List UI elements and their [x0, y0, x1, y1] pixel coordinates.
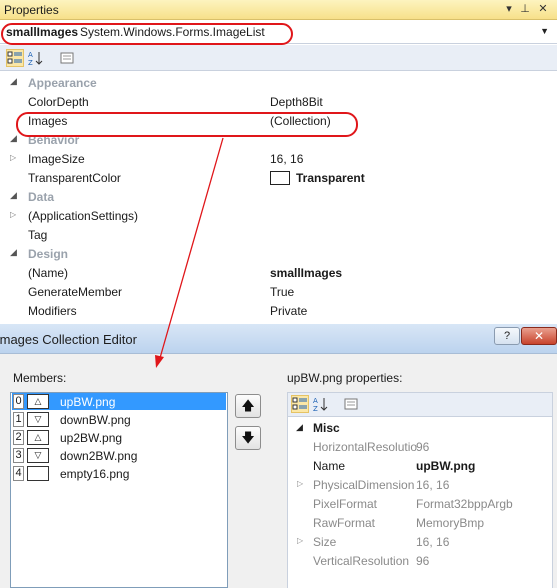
property-pages-button[interactable]: [58, 49, 76, 67]
property-row[interactable]: ▷ (ApplicationSettings): [0, 206, 557, 225]
arrow-up-icon: 🡅: [241, 398, 255, 413]
property-row[interactable]: HorizontalResolutio 96: [288, 437, 554, 456]
item-property-grid: ◢ Misc HorizontalResolutio 96 Name upBW.…: [287, 417, 553, 588]
alphabetical-button[interactable]: A Z: [27, 49, 45, 67]
svg-text:Z: Z: [313, 405, 318, 412]
image-thumbnail-icon: ▽: [27, 448, 49, 463]
categorized-icon: [7, 51, 22, 64]
list-item[interactable]: 1 ▽ downBW.png: [12, 411, 226, 428]
property-row[interactable]: PixelFormat Format32bppArgb: [288, 494, 554, 513]
property-row[interactable]: ▷ Size 16, 16: [288, 532, 554, 551]
categorized-button[interactable]: [6, 49, 24, 67]
move-down-button[interactable]: 🡇: [235, 426, 261, 450]
image-thumbnail-icon: ▽: [27, 412, 49, 427]
property-row[interactable]: Tag: [0, 225, 557, 244]
collapse-icon[interactable]: ◢: [10, 133, 17, 144]
category-misc[interactable]: ◢ Misc: [288, 418, 554, 437]
svg-text:Z: Z: [28, 59, 33, 66]
properties-toolbar: A Z: [0, 45, 557, 71]
list-item[interactable]: 3 ▽ down2BW.png: [12, 447, 226, 464]
property-row[interactable]: ColorDepth Depth8Bit: [0, 92, 557, 111]
color-swatch: [270, 171, 290, 185]
collection-editor-dialog: Images Collection Editor ? ✕ Members: 0 …: [0, 324, 557, 588]
pin-icon[interactable]: ⊥: [518, 2, 532, 16]
dialog-title: Images Collection Editor: [0, 332, 137, 347]
dialog-title-bar: Images Collection Editor ? ✕: [0, 324, 557, 354]
collapse-icon[interactable]: ◢: [10, 76, 17, 87]
category-appearance[interactable]: ◢ Appearance: [0, 73, 557, 92]
item-properties-toolbar: A Z: [287, 392, 553, 417]
property-pages-icon: [344, 398, 358, 410]
dropdown-icon[interactable]: ▾: [502, 2, 516, 16]
collapse-icon[interactable]: ◢: [10, 247, 17, 258]
alphabetical-button[interactable]: A Z: [312, 395, 330, 413]
expand-icon[interactable]: ▷: [10, 210, 16, 219]
property-pages-button[interactable]: [342, 395, 360, 413]
expand-icon[interactable]: ▷: [10, 153, 16, 162]
image-thumbnail-icon: △: [27, 430, 49, 445]
highlight-circle-images: [16, 112, 358, 137]
category-data[interactable]: ◢ Data: [0, 187, 557, 206]
help-button[interactable]: ?: [494, 327, 520, 345]
categorized-icon: [292, 397, 307, 410]
property-row[interactable]: ▷ PhysicalDimension 16, 16: [288, 475, 554, 494]
item-properties-label: upBW.png properties:: [287, 371, 403, 385]
arrow-down-icon: 🡇: [241, 430, 255, 445]
category-design[interactable]: ◢ Design: [0, 244, 557, 263]
dialog-close-button[interactable]: ✕: [521, 327, 557, 345]
move-up-button[interactable]: 🡅: [235, 394, 261, 418]
chevron-down-icon[interactable]: ▼: [540, 26, 549, 36]
property-row[interactable]: Modifiers Private: [0, 301, 557, 320]
close-icon[interactable]: ✕: [536, 2, 550, 16]
sort-az-icon: A Z: [313, 397, 328, 413]
expand-icon[interactable]: ▷: [297, 479, 303, 488]
expand-icon[interactable]: ▷: [297, 536, 303, 545]
property-row[interactable]: RawFormat MemoryBmp: [288, 513, 554, 532]
property-pages-icon: [60, 52, 74, 64]
categorized-button[interactable]: [291, 395, 309, 413]
members-list[interactable]: 0 △ upBW.png 1 ▽ downBW.png 2 △ up2BW.pn…: [10, 392, 228, 588]
property-row[interactable]: Name upBW.png: [288, 456, 554, 475]
property-row[interactable]: (Name) smallImages: [0, 263, 557, 282]
property-row[interactable]: TransparentColor Transparent: [0, 168, 557, 187]
properties-title-bar: Properties ▾ ⊥ ✕: [0, 0, 557, 20]
image-thumbnail-icon: [27, 466, 49, 481]
collapse-icon[interactable]: ◢: [296, 422, 303, 433]
svg-text:A: A: [28, 51, 33, 59]
members-label: Members:: [13, 371, 67, 385]
image-thumbnail-icon: △: [27, 394, 49, 409]
sort-az-icon: A Z: [28, 51, 43, 67]
list-item[interactable]: 0 △ upBW.png: [12, 393, 226, 410]
highlight-circle-object: [1, 23, 293, 45]
svg-text:A: A: [313, 397, 318, 405]
properties-window: Properties ▾ ⊥ ✕ smallImages System.Wind…: [0, 0, 557, 330]
property-row[interactable]: VerticalResolution 96: [288, 551, 554, 570]
properties-title: Properties: [4, 3, 59, 17]
property-grid: ◢ Appearance ColorDepth Depth8Bit Images…: [0, 72, 557, 330]
property-row[interactable]: GenerateMember True: [0, 282, 557, 301]
list-item[interactable]: 2 △ up2BW.png: [12, 429, 226, 446]
property-row[interactable]: ▷ ImageSize 16, 16: [0, 149, 557, 168]
collapse-icon[interactable]: ◢: [10, 190, 17, 201]
list-item[interactable]: 4 empty16.png: [12, 465, 226, 482]
